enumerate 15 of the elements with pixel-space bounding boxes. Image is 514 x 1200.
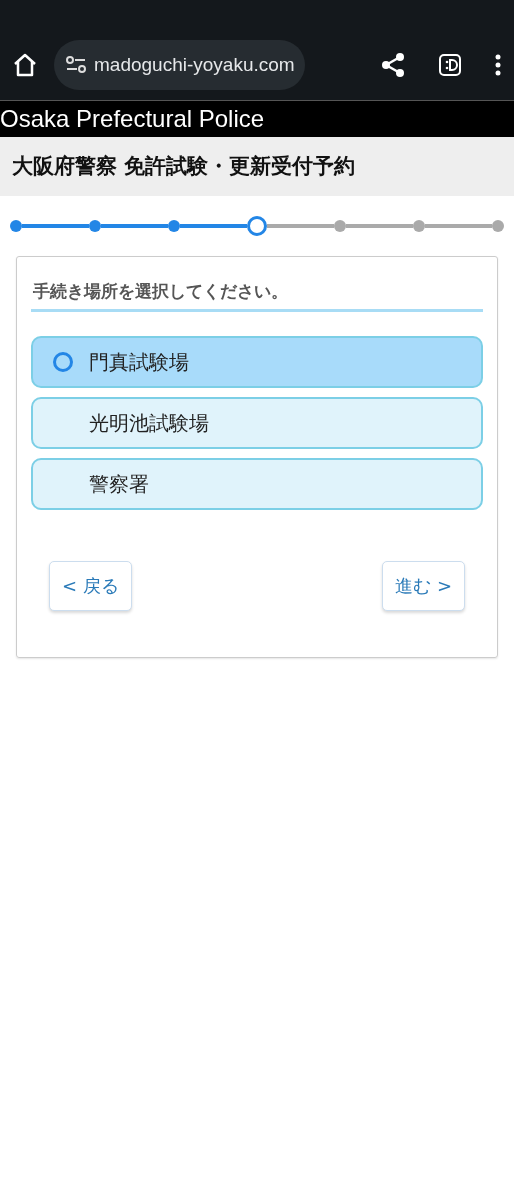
address-bar[interactable]: madoguchi-yoyaku.com xyxy=(54,40,305,90)
share-icon[interactable] xyxy=(380,52,406,78)
page-title: 大阪府警察 免許試験・更新受付予約 xyxy=(12,152,356,180)
location-option[interactable]: 警察署 xyxy=(31,457,483,510)
location-option[interactable]: 門真試験場 xyxy=(31,335,483,388)
home-icon[interactable] xyxy=(12,52,38,78)
url-text: madoguchi-yoyaku.com xyxy=(94,52,295,77)
extension-icon[interactable] xyxy=(438,53,462,77)
next-button[interactable]: 進む > xyxy=(382,560,465,611)
location-option[interactable]: 光明池試験場 xyxy=(31,396,483,449)
menu-icon[interactable] xyxy=(494,53,502,77)
site-title: Osaka Prefectural Police xyxy=(0,105,265,132)
back-button[interactable]: < 戻る xyxy=(49,560,132,611)
question-heading: 手続き場所を選択してください。 xyxy=(31,279,483,312)
site-settings-icon[interactable] xyxy=(66,56,86,74)
